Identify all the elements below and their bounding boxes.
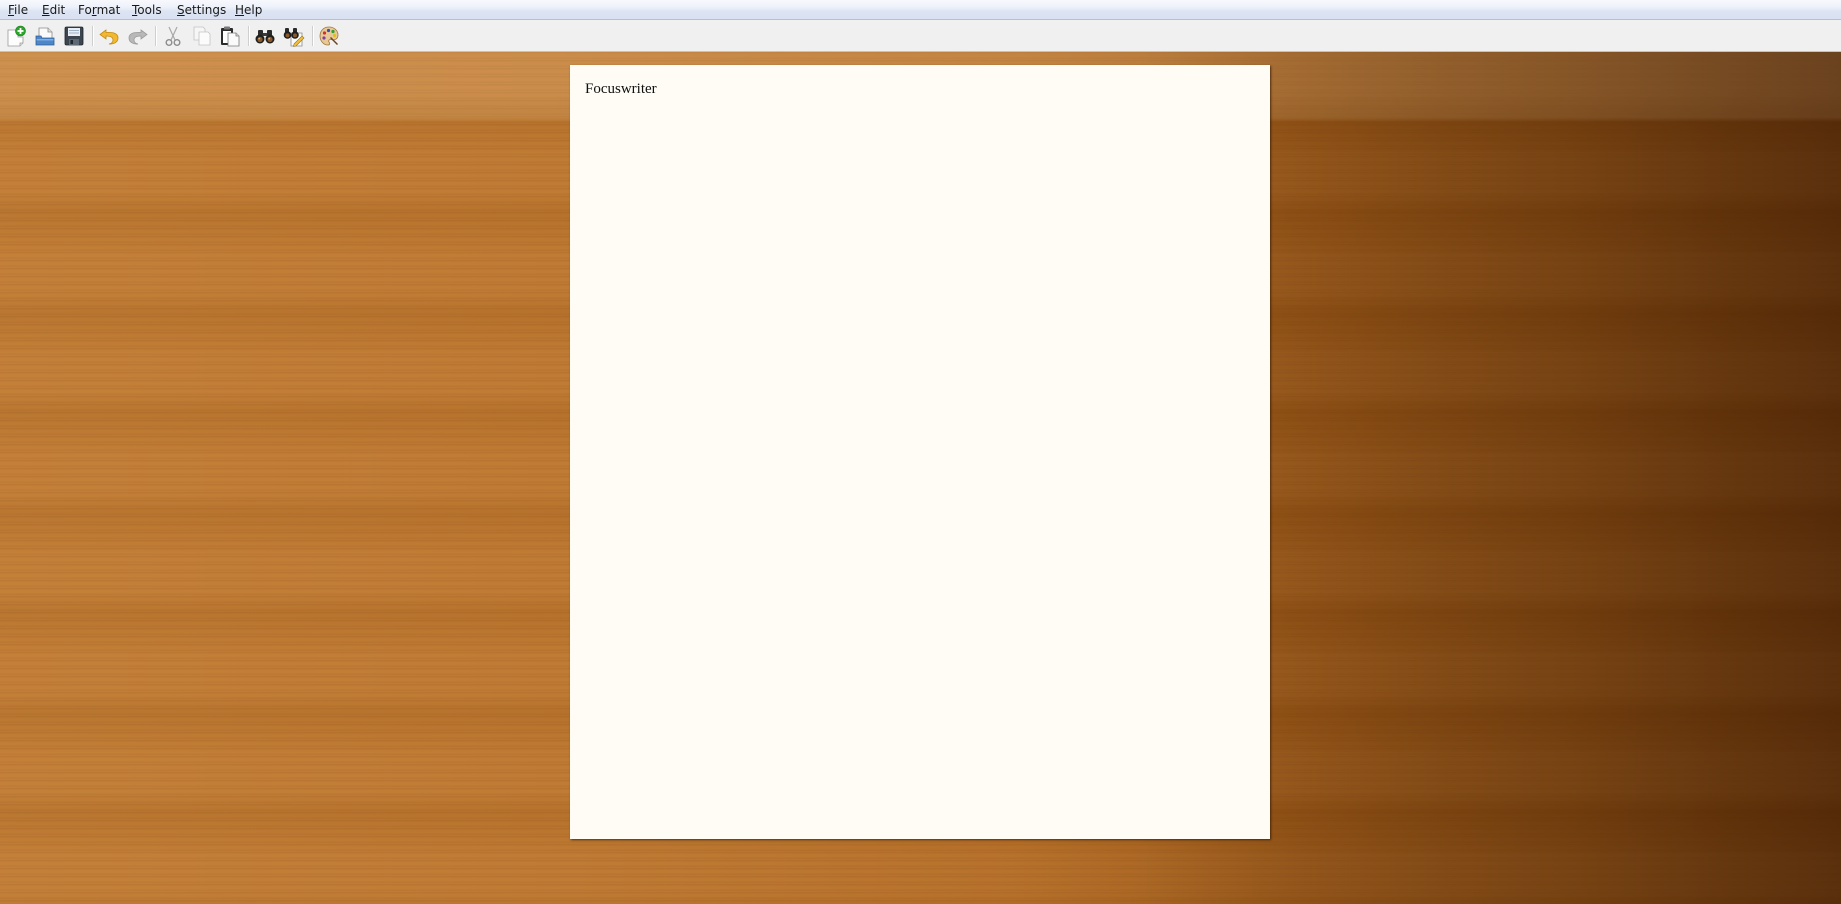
- redo-button[interactable]: [126, 24, 150, 48]
- document-text-editor[interactable]: Focuswriter: [585, 80, 1255, 99]
- menu-help[interactable]: Help: [233, 2, 264, 18]
- palette-icon: [319, 26, 339, 46]
- menu-format-label-post: mat: [96, 3, 121, 17]
- toolbar-separator: [155, 26, 157, 46]
- menu-file[interactable]: File: [6, 2, 30, 18]
- menu-tools[interactable]: Tools: [130, 2, 164, 18]
- menu-tools-label-post: ools: [137, 3, 162, 17]
- menu-file-label-post: ile: [14, 3, 29, 17]
- toolbar-separator: [92, 26, 94, 46]
- find-button[interactable]: [253, 24, 277, 48]
- copy-icon: [193, 26, 211, 46]
- toolbar-separator: [248, 26, 250, 46]
- save-floppy-icon: [64, 26, 84, 46]
- menu-help-label-post: elp: [244, 3, 263, 17]
- undo-button[interactable]: [97, 24, 121, 48]
- undo-icon: [99, 29, 119, 45]
- new-document-icon: [7, 25, 26, 47]
- toolbar-separator: [312, 26, 314, 46]
- paste-button[interactable]: [218, 24, 242, 48]
- menu-bar: File Edit Format Tools Settings Help: [0, 0, 1841, 20]
- menu-edit[interactable]: Edit: [40, 2, 67, 18]
- document-page[interactable]: Focuswriter: [570, 65, 1270, 839]
- scissors-icon: [165, 26, 181, 46]
- menu-settings[interactable]: Settings: [175, 2, 228, 18]
- new-button[interactable]: [4, 24, 28, 48]
- themes-button[interactable]: [317, 24, 341, 48]
- menu-format-label-pre: Fo: [78, 3, 92, 17]
- find-replace-icon: [283, 28, 305, 47]
- paste-clipboard-icon: [221, 26, 240, 47]
- open-folder-icon: [35, 27, 55, 46]
- toolbar: [0, 20, 1841, 52]
- menu-format[interactable]: Format: [76, 2, 122, 18]
- save-button[interactable]: [62, 24, 86, 48]
- menu-edit-label-post: dit: [49, 3, 66, 17]
- menu-edit-mnemonic: E: [42, 3, 50, 17]
- copy-button[interactable]: [190, 24, 214, 48]
- binoculars-icon: [255, 30, 275, 44]
- menu-settings-mnemonic: S: [177, 3, 185, 17]
- redo-icon: [128, 29, 148, 45]
- open-button[interactable]: [33, 24, 57, 48]
- menu-help-mnemonic: H: [235, 3, 245, 17]
- cut-button[interactable]: [161, 24, 185, 48]
- menu-settings-label-post: ettings: [184, 3, 227, 17]
- replace-button[interactable]: [282, 24, 306, 48]
